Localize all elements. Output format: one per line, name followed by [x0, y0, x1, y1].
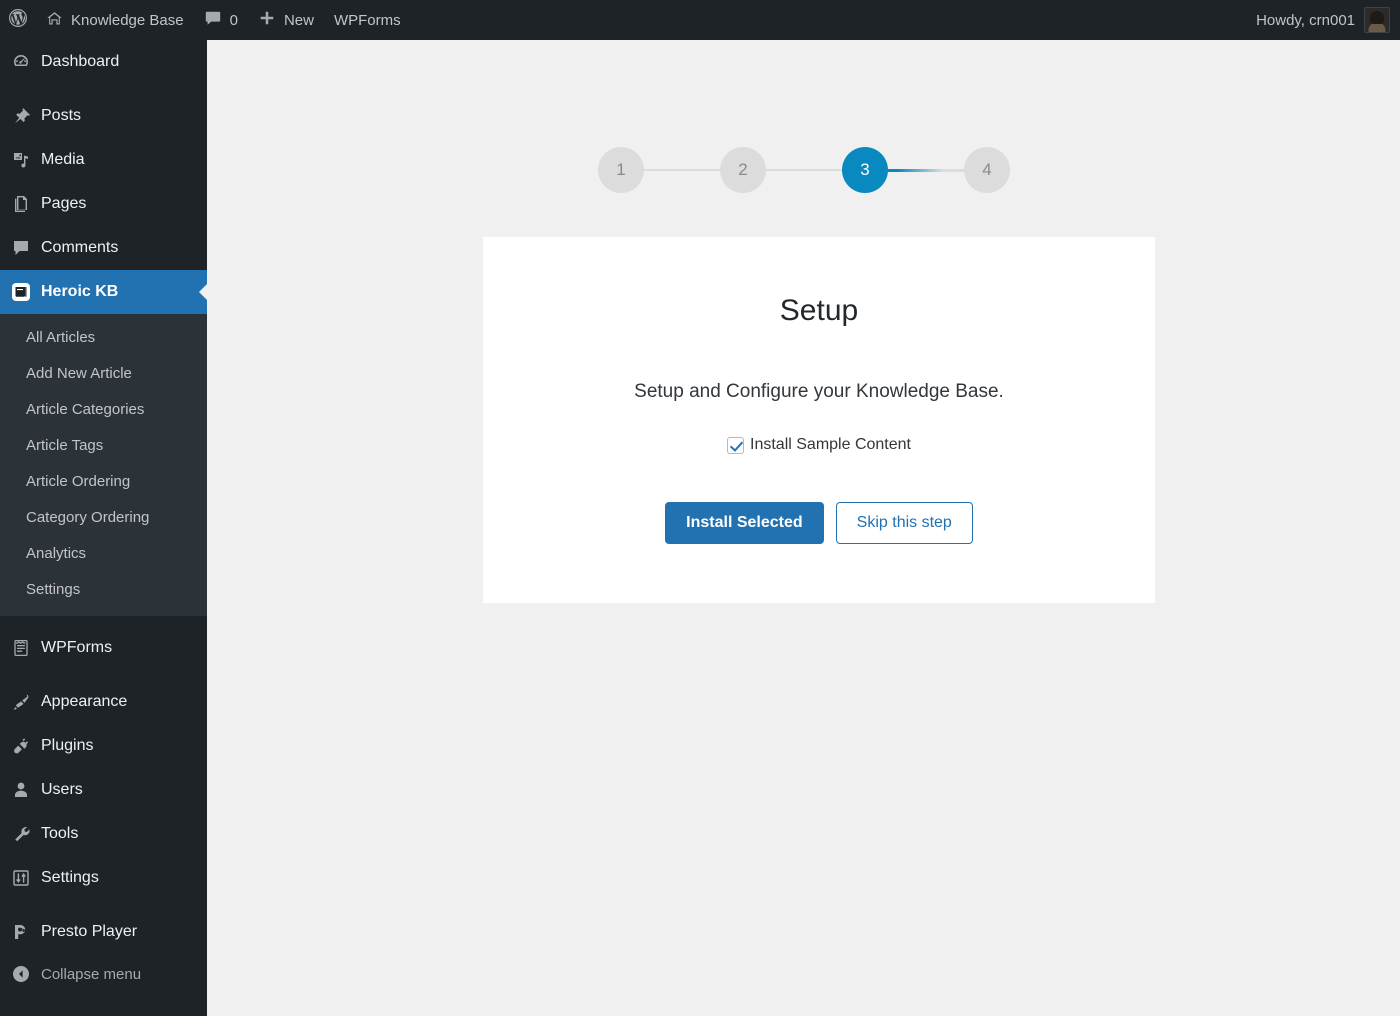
comments-button[interactable]: 0: [194, 0, 248, 40]
submenu-item-category-ordering[interactable]: Category Ordering: [0, 500, 207, 536]
install-sample-content-checkbox[interactable]: [727, 436, 744, 454]
sidebar-item-label: Presto Player: [41, 923, 138, 940]
collapse-menu-label: Collapse menu: [41, 965, 142, 983]
sidebar-item-label: WPForms: [41, 639, 113, 656]
submenu-item-settings[interactable]: Settings: [0, 572, 207, 608]
menu-separator: [0, 616, 207, 626]
sidebar-item-label: Pages: [41, 195, 87, 212]
book-icon: [11, 282, 31, 302]
admin-sidebar-menu: Dashboard Posts Media Pages Comments Her…: [0, 40, 207, 1016]
sidebar-item-label: Posts: [41, 107, 82, 124]
page-title: Setup: [779, 294, 859, 327]
sidebar-item-pages[interactable]: Pages: [0, 182, 207, 226]
menu-separator: [0, 670, 207, 680]
install-sample-content-label[interactable]: Install Sample Content: [750, 437, 911, 453]
new-content-label: New: [283, 11, 314, 29]
sidebar-item-presto-player[interactable]: Presto Player: [0, 910, 207, 954]
comment-bubble-icon: [204, 9, 222, 31]
wizard-connector-2-3: [766, 169, 842, 171]
wizard-step-number: 1: [616, 160, 626, 179]
menu-separator: [0, 900, 207, 910]
submenu-item-article-tags[interactable]: Article Tags: [0, 428, 207, 464]
sidebar-item-label: Plugins: [41, 737, 94, 754]
plug-icon: [11, 736, 31, 756]
dashboard-icon: [11, 52, 31, 72]
account-menu[interactable]: Howdy, crn001: [1256, 0, 1400, 40]
submenu-item-article-ordering[interactable]: Article Ordering: [0, 464, 207, 500]
sidebar-item-comments[interactable]: Comments: [0, 226, 207, 270]
wrench-icon: [11, 824, 31, 844]
wizard-connector-3-4: [888, 168, 964, 172]
sidebar-item-label: Media: [41, 151, 85, 168]
sidebar-item-label: Comments: [41, 239, 119, 256]
install-sample-content-row[interactable]: Install Sample Content: [483, 436, 1155, 454]
brush-icon: [11, 692, 31, 712]
sidebar-item-plugins[interactable]: Plugins: [0, 724, 207, 768]
sidebar-item-dashboard[interactable]: Dashboard: [0, 40, 207, 84]
collapse-arrow-icon: [11, 964, 31, 984]
sidebar-item-label: Heroic KB: [41, 283, 119, 300]
sidebar-item-tools[interactable]: Tools: [0, 812, 207, 856]
sidebar-item-label: Appearance: [41, 693, 128, 710]
heroic-kb-submenu: All Articles Add New Article Article Cat…: [0, 314, 207, 616]
plus-icon: [258, 9, 276, 31]
wpforms-adminbar-button[interactable]: WPForms: [324, 0, 411, 40]
sidebar-item-label: Dashboard: [41, 53, 120, 70]
admin-bar: Knowledge Base 0 New WPForms Howdy, crn0…: [0, 0, 1400, 40]
sidebar-item-wpforms[interactable]: WPForms: [0, 626, 207, 670]
submenu-item-all-articles[interactable]: All Articles: [0, 320, 207, 356]
site-name-label: Knowledge Base: [71, 11, 184, 29]
sidebar-item-settings[interactable]: Settings: [0, 856, 207, 900]
site-name-button[interactable]: Knowledge Base: [36, 0, 194, 40]
menu-separator: [0, 84, 207, 94]
home-icon: [46, 10, 63, 31]
sidebar-item-label: Users: [41, 781, 83, 798]
submenu-item-add-new-article[interactable]: Add New Article: [0, 356, 207, 392]
sidebar-item-media[interactable]: Media: [0, 138, 207, 182]
wizard-step-number: 3: [860, 160, 870, 179]
wizard-step-3[interactable]: 3: [842, 147, 888, 193]
wizard-step-4[interactable]: 4: [964, 147, 1010, 193]
comment-icon: [11, 238, 31, 258]
setup-card: Setup Setup and Configure your Knowledge…: [483, 237, 1155, 603]
sidebar-item-posts[interactable]: Posts: [0, 94, 207, 138]
wordpress-logo-icon: [8, 8, 28, 32]
wizard-step-number: 2: [738, 160, 748, 179]
wizard-step-2[interactable]: 2: [720, 147, 766, 193]
wizard-step-indicator: 1 2 3 4: [598, 142, 1010, 198]
wizard-connector-1-2: [644, 169, 720, 171]
submenu-item-article-categories[interactable]: Article Categories: [0, 392, 207, 428]
wpforms-adminbar-label: WPForms: [333, 11, 401, 29]
wordpress-logo-button[interactable]: [0, 0, 36, 40]
form-icon: [11, 638, 31, 658]
comments-count: 0: [229, 11, 238, 29]
wizard-step-number: 4: [982, 160, 992, 179]
sidebar-item-label: Tools: [41, 825, 79, 842]
main-content-area: 1 2 3 4 Setup Setup and Configure your K…: [207, 40, 1400, 1016]
user-icon: [11, 780, 31, 800]
media-icon: [11, 150, 31, 170]
sliders-icon: [11, 868, 31, 888]
sidebar-item-heroic-kb[interactable]: Heroic KB: [0, 270, 207, 314]
presto-player-icon: [11, 922, 31, 942]
install-selected-button[interactable]: Install Selected: [665, 501, 824, 544]
sidebar-item-users[interactable]: Users: [0, 768, 207, 812]
collapse-menu-button[interactable]: Collapse menu: [0, 954, 207, 994]
pin-icon: [11, 106, 31, 126]
skip-this-step-button[interactable]: Skip this step: [835, 501, 973, 544]
setup-actions: Install Selected Skip this step: [483, 501, 1155, 544]
sidebar-item-label: Settings: [41, 869, 99, 886]
pages-icon: [11, 194, 31, 214]
avatar: [1364, 7, 1390, 33]
sidebar-item-appearance[interactable]: Appearance: [0, 680, 207, 724]
setup-description: Setup and Configure your Knowledge Base.: [634, 381, 1004, 402]
new-content-button[interactable]: New: [248, 0, 324, 40]
submenu-item-analytics[interactable]: Analytics: [0, 536, 207, 572]
howdy-label: Howdy, crn001: [1256, 11, 1355, 29]
wizard-step-1[interactable]: 1: [598, 147, 644, 193]
